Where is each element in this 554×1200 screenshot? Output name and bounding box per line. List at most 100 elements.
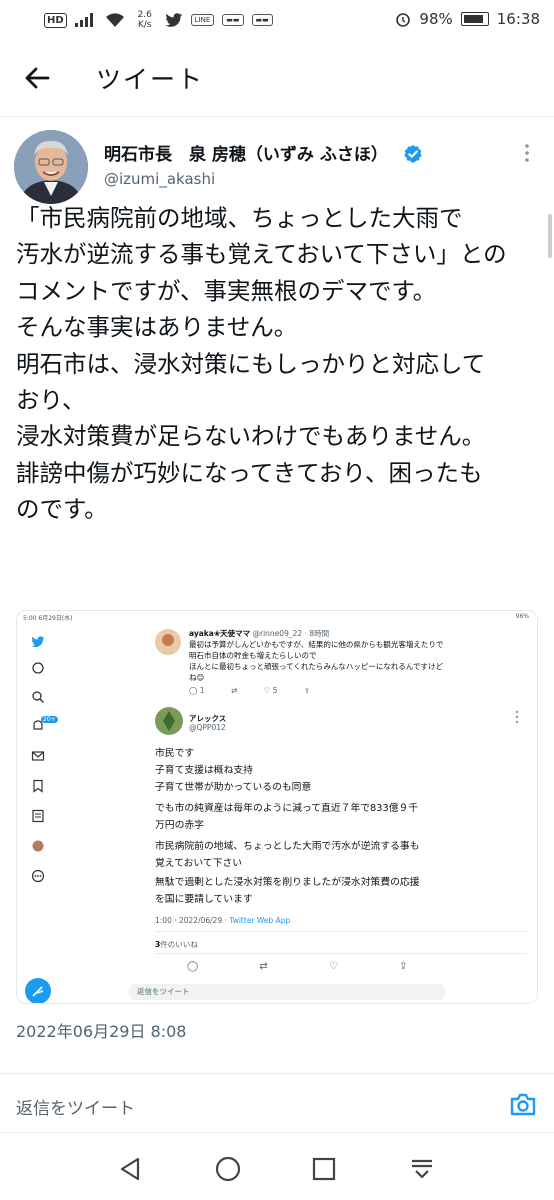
embedded-status-bar: 5:00 6月29日(水) 96%: [17, 611, 537, 623]
embedded-sidebar: 20+: [17, 623, 61, 1003]
main-line: 覚えておいて下さい: [155, 858, 243, 869]
divider: [0, 1073, 554, 1074]
main-line: 市民です: [155, 748, 195, 759]
tweet-line: 浸水対策費が足らないわけでもありません。: [16, 422, 486, 451]
hashtag-icon: [32, 662, 44, 674]
avatar[interactable]: [14, 130, 88, 204]
system-navigation-bar: [0, 1140, 554, 1200]
divider: [0, 1132, 554, 1133]
feather-icon: [32, 986, 44, 997]
tweet-line: おり、: [16, 386, 86, 415]
arrow-left-icon[interactable]: [20, 60, 56, 96]
main-handle: @QPP012: [189, 723, 226, 732]
reply-line: 明石市自体の貯金も増えたらしいので: [189, 651, 317, 660]
main-line: を国に要請しています: [155, 894, 253, 905]
battery-percent: 98%: [419, 10, 453, 28]
reply-username: ayaka❀天使ママ: [189, 629, 251, 638]
wifi-icon: [105, 13, 124, 27]
main-meta: 1:00 · 2022/06/29 · Twitter Web App: [155, 916, 290, 925]
attached-image[interactable]: 5:00 6月29日(水) 96% 20+ ayaka❀天使ママ @rinne0…: [16, 610, 538, 1004]
more-vertical-icon[interactable]: [522, 142, 532, 166]
reply-actions: ◯ 1 ⇄ ♡ 5 ⇪: [189, 686, 310, 695]
battery-icon: [460, 12, 489, 26]
divider: [155, 931, 527, 932]
reply-line: ほんとに最初ちょっと頑張ってくれたらみんなハッピーになれるんですけど: [189, 662, 444, 671]
retweet-icon: ⇄: [230, 686, 238, 695]
share-icon: ⇪: [399, 961, 408, 972]
line-notification-icon: LINE: [190, 14, 215, 26]
twitter-logo-icon: [31, 636, 45, 647]
retweet-icon: ⇄: [259, 961, 268, 972]
reply-icon: ◯: [189, 686, 198, 695]
mail-icon: [31, 751, 45, 761]
like-icon: ♡: [328, 961, 338, 972]
status-right: 98% 16:38: [395, 10, 540, 28]
tweet-timestamp: 2022年06月29日 8:08: [16, 1022, 187, 1041]
list-icon: [32, 809, 44, 823]
search-icon: [32, 691, 44, 703]
scrollbar-thumb[interactable]: [548, 214, 552, 258]
author-name[interactable]: 明石市長 泉 房穂（いずみ ふさほ）: [104, 140, 388, 165]
profile-icon: [32, 840, 44, 852]
main-actions: ◯ ⇄ ♡ ⇪: [187, 961, 408, 972]
reply-handle: @rinne09_22 · 8時間: [252, 629, 330, 638]
reply-line: ね😊: [189, 673, 205, 682]
avatar-image: [14, 130, 88, 204]
main-line: 市民病院前の地域、ちょっとした大雨で汚水が逆流する事も: [155, 841, 420, 852]
tweet-line: のです。: [16, 495, 108, 524]
status-left: HD 2.6 K/s LINE ▬▬ ▬▬: [44, 10, 273, 30]
camera-icon[interactable]: [509, 1092, 537, 1118]
main-line: でも市の純資産は毎年のように減って直近７年で833億９千: [155, 803, 419, 814]
tweet-line: そんな事実はありません。: [16, 313, 298, 342]
home-circle-icon[interactable]: [214, 1155, 242, 1183]
reply-line: 最初は予算がしんどいかもですが、結果的に他の県からも観光客増えたりで: [189, 640, 444, 649]
status-bar: HD 2.6 K/s LINE ▬▬ ▬▬ 98% 16:38: [0, 0, 554, 40]
main-time: 1:00 · 2022/06/29 ·: [155, 916, 230, 925]
back-triangle-icon[interactable]: [117, 1155, 145, 1183]
tweet-text: 「市民病院前の地域、ちょっとした大雨で 汚水が逆流する事も覚えておいて下さい」と…: [16, 200, 536, 528]
author-handle[interactable]: @izumi_akashi: [104, 170, 215, 188]
bookmark-icon: [33, 779, 43, 793]
main-line: 子育て支援は概ね支持: [155, 765, 253, 776]
network-speed: 2.6 K/s: [137, 10, 152, 30]
main-line: 万円の赤字: [155, 820, 204, 831]
embedded-battery: 96%: [515, 613, 529, 620]
signal-icon: [74, 13, 93, 27]
compose-fab: [25, 978, 51, 1003]
reply-icon: ◯: [187, 961, 199, 972]
tweet-line: 汚水が逆流する事も覚えておいて下さい」との: [16, 240, 507, 269]
clock: 16:38: [496, 10, 540, 28]
verified-badge-icon: [404, 144, 422, 163]
page-title: ツイート: [96, 65, 205, 94]
likes-label: 件のいいね: [160, 940, 198, 949]
app-notification-icon: ▬▬: [222, 14, 244, 26]
notification-tray-icon[interactable]: [408, 1155, 436, 1183]
recents-square-icon[interactable]: [310, 1155, 338, 1183]
main-source: Twitter Web App: [229, 916, 291, 925]
more-circle-icon: [31, 869, 45, 883]
twitter-notification-icon: [165, 12, 182, 27]
reply-avatar: [155, 629, 181, 655]
alarm-icon: [396, 13, 411, 27]
main-line: 子育て世帯が助かっているのも同意: [155, 782, 312, 793]
like-icon: ♡: [263, 686, 271, 695]
main-line: 無駄で過剰とした浸水対策を削りましたが浸水対策費の応援: [155, 877, 420, 888]
embedded-reply-input: 返信をツイート: [129, 984, 445, 1000]
like-count: 5: [272, 686, 278, 695]
app-notification-icon-2: ▬▬: [251, 14, 273, 26]
divider: [155, 953, 527, 954]
embedded-more-icon: [515, 710, 519, 724]
embedded-status-time: 5:00 6月29日(水): [23, 615, 73, 622]
tweet-line: 「市民病院前の地域、ちょっとした大雨で: [16, 204, 463, 232]
top-app-bar: ツイート: [0, 40, 554, 117]
main-avatar: [155, 707, 183, 735]
reply-count: 1: [199, 686, 205, 695]
hd-indicator: HD: [44, 12, 67, 28]
notification-badge: 20+: [41, 716, 58, 723]
share-icon: ⇪: [303, 686, 311, 695]
tweet-line: 明石市は、浸水対策にもしっかりと対応して: [16, 349, 486, 378]
likes-summary: 3件のいいね: [155, 939, 198, 950]
tweet-line: コメントですが、事実無根のデマです。: [16, 276, 437, 305]
reply-input[interactable]: 返信をツイート: [16, 1094, 135, 1119]
reply-user: ayaka❀天使ママ @rinne09_22 · 8時間: [189, 628, 329, 639]
